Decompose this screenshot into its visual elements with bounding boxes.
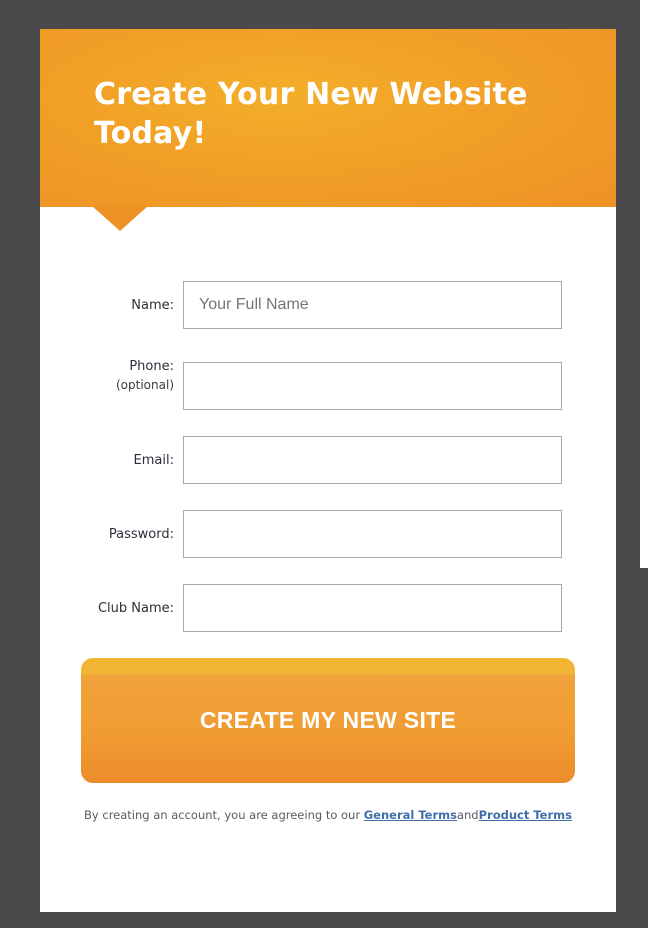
product-terms-link[interactable]: Product Terms bbox=[479, 808, 572, 822]
phone-input[interactable] bbox=[183, 362, 562, 410]
terms-notice: By creating an account, you are agreeing… bbox=[70, 799, 586, 832]
email-input[interactable] bbox=[183, 436, 562, 484]
club-name-label-text: Club Name: bbox=[97, 601, 174, 616]
phone-label: Phone: (optional) bbox=[44, 357, 174, 395]
email-label: Email: bbox=[44, 451, 174, 470]
email-label-text: Email: bbox=[133, 453, 174, 468]
password-label-text: Password: bbox=[108, 527, 174, 542]
banner-pointer bbox=[92, 206, 148, 231]
signup-card: Create Your New Website Today! Name: Pho… bbox=[40, 29, 616, 912]
club-name-label: Club Name: bbox=[44, 599, 174, 618]
phone-optional-note: (optional) bbox=[116, 378, 174, 392]
general-terms-link[interactable]: General Terms bbox=[364, 808, 457, 822]
club-name-input[interactable] bbox=[183, 584, 562, 632]
page-frame-edge bbox=[640, 568, 648, 928]
password-input[interactable] bbox=[183, 510, 562, 558]
header-banner: Create Your New Website Today! bbox=[40, 29, 616, 207]
create-site-button[interactable]: CREATE MY NEW SITE bbox=[81, 658, 575, 783]
name-input[interactable] bbox=[183, 281, 562, 329]
phone-label-text: Phone: bbox=[129, 359, 174, 374]
terms-prefix: By creating an account, you are agreeing… bbox=[84, 808, 361, 822]
password-label: Password: bbox=[44, 525, 174, 544]
name-label: Name: bbox=[44, 296, 174, 315]
terms-connector: and bbox=[456, 808, 479, 822]
banner-title: Create Your New Website Today! bbox=[94, 77, 528, 151]
name-label-text: Name: bbox=[131, 298, 174, 313]
